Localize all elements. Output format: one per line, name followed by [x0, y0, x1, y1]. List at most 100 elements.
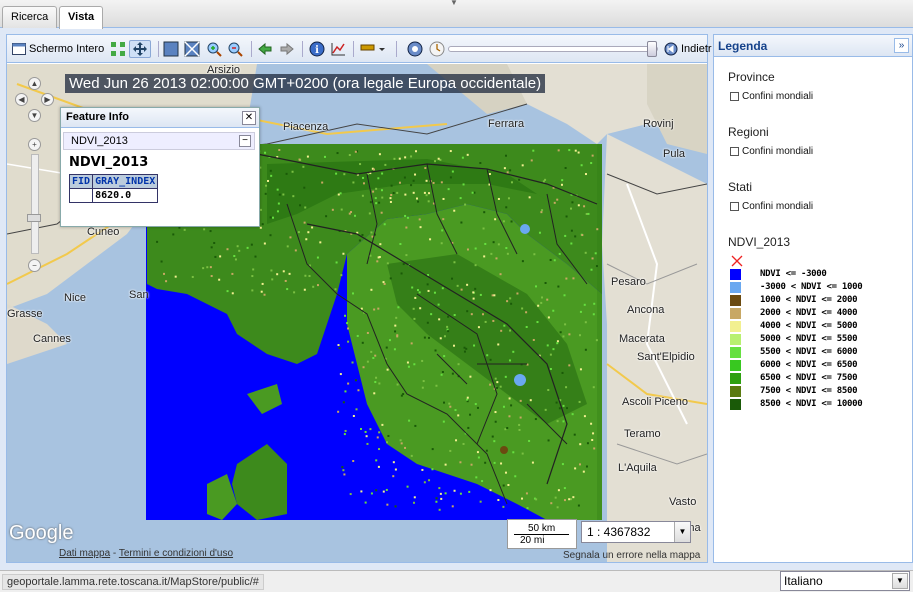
ndvi-pixel	[390, 184, 393, 187]
ndvi-color-swatch	[730, 398, 741, 410]
zoom-max-extent-button[interactable]	[110, 40, 126, 58]
ndvi-pixel	[553, 259, 556, 262]
time-slider-track[interactable]	[448, 46, 658, 52]
feature-info-table: FID GRAY_INDEX 8620.0	[68, 174, 159, 203]
ndvi-pixel	[348, 154, 351, 157]
zoom-box-out-button[interactable]	[184, 40, 200, 58]
ndvi-pixel	[471, 191, 474, 194]
checkbox[interactable]	[730, 202, 739, 211]
ndvi-pixel	[529, 399, 532, 402]
zoom-plus-button[interactable]: +	[28, 138, 41, 151]
ndvi-pixel	[380, 211, 383, 214]
zoom-in-button[interactable]	[206, 40, 222, 58]
tab-ricerca[interactable]: Ricerca	[2, 6, 58, 28]
language-select[interactable]: Italiano ▼	[780, 571, 910, 591]
ndvi-pixel	[506, 252, 509, 255]
ndvi-pixel	[282, 270, 285, 273]
ndvi-pixel	[496, 381, 499, 384]
pan-button[interactable]	[129, 40, 151, 58]
ndvi-pixel	[547, 316, 550, 319]
ndvi-pixel	[373, 308, 376, 311]
ndvi-pixel	[461, 156, 464, 159]
checkbox[interactable]	[730, 92, 739, 101]
ndvi-pixel	[433, 291, 436, 294]
ndvi-pixel	[378, 201, 381, 204]
legend-group-ndvi: NDVI_2013	[728, 235, 791, 249]
ndvi-legend-row: 5500 < NDVI <= 6000	[730, 346, 858, 358]
ndvi-pixel	[404, 446, 407, 449]
legend-item-stati[interactable]: Confini mondiali	[730, 201, 813, 212]
legend-item-regioni[interactable]: Confini mondiali	[730, 146, 813, 157]
ndvi-pixel	[233, 255, 236, 258]
ndvi-pixel	[509, 297, 512, 300]
feature-info-layer-panel[interactable]: NDVI_2013 −	[63, 132, 255, 150]
ndvi-pixel	[590, 268, 593, 271]
collapse-right-icon[interactable]: »	[894, 38, 909, 53]
collapse-header-arrow-icon[interactable]: ▼	[450, 0, 458, 7]
zoom-out-button[interactable]	[227, 40, 243, 58]
terms-link[interactable]: Termini e condizioni d'uso	[119, 548, 233, 559]
zoom-slider-rail[interactable]	[31, 154, 39, 254]
ndvi-pixel	[414, 296, 417, 299]
ndvi-pixel	[584, 321, 587, 324]
ndvi-pixel	[387, 434, 390, 437]
ndvi-pixel	[578, 334, 581, 337]
ndvi-legend-label: 4000 < NDVI <= 5000	[760, 321, 858, 331]
time-settings-button[interactable]	[407, 40, 423, 58]
legend-panel: Legenda » Province Confini mondiali Regi…	[713, 34, 913, 563]
ndvi-pixel	[427, 289, 430, 292]
ndvi-pixel	[298, 158, 301, 161]
query-chart-button[interactable]	[330, 40, 346, 58]
step-back-button[interactable]: Indietr	[664, 40, 712, 58]
ndvi-pixel	[464, 203, 467, 206]
ndvi-pixel	[414, 424, 417, 427]
report-error-link[interactable]: Segnala un errore nella mappa	[563, 550, 700, 561]
ndvi-pixel	[312, 285, 315, 288]
ndvi-pixel	[562, 404, 565, 407]
collapse-icon[interactable]: −	[239, 135, 251, 147]
zoom-minus-button[interactable]: −	[28, 259, 41, 272]
ndvi-pixel	[362, 176, 365, 179]
zoom-slider-knob[interactable]	[27, 214, 41, 222]
history-back-button[interactable]	[257, 40, 273, 58]
pan-left-button[interactable]: ◀	[15, 93, 28, 106]
ndvi-pixel	[425, 194, 428, 197]
zoom-box-out-icon	[184, 41, 200, 57]
pan-right-button[interactable]: ▶	[41, 93, 54, 106]
ndvi-pixel	[202, 267, 205, 270]
legend-item-province[interactable]: Confini mondiali	[730, 91, 813, 102]
history-forward-button[interactable]	[279, 40, 295, 58]
ndvi-pixel	[462, 442, 465, 445]
ndvi-pixel	[267, 179, 270, 182]
close-icon[interactable]: ✕	[242, 111, 256, 125]
ndvi-pixel	[440, 497, 443, 500]
measure-menu-button[interactable]	[360, 40, 386, 58]
ndvi-pixel	[533, 253, 536, 256]
ndvi-pixel	[493, 440, 496, 443]
ndvi-pixel	[269, 169, 272, 172]
tab-vista[interactable]: Vista	[59, 6, 104, 29]
ndvi-pixel	[344, 429, 347, 432]
ndvi-legend-label: 7500 < NDVI <= 8500	[760, 386, 858, 396]
fullscreen-button[interactable]: Schermo Intero	[12, 40, 104, 58]
ndvi-pixel	[563, 294, 566, 297]
ndvi-pixel	[375, 459, 378, 462]
time-slider-thumb[interactable]	[647, 41, 657, 57]
ndvi-pixel	[351, 292, 354, 295]
pan-down-button[interactable]: ▼	[28, 109, 41, 122]
ndvi-legend-row: 8500 < NDVI <= 10000	[730, 398, 863, 410]
ndvi-pixel	[251, 289, 254, 292]
ndvi-pixel	[499, 273, 502, 276]
map-data-link[interactable]: Dati mappa	[59, 548, 110, 559]
zoom-box-in-button[interactable]	[163, 40, 179, 58]
play-button[interactable]	[429, 40, 445, 58]
ndvi-pixel	[289, 236, 292, 239]
pan-up-button[interactable]: ▲	[28, 77, 41, 90]
checkbox[interactable]	[730, 147, 739, 156]
ndvi-pixel	[347, 340, 350, 343]
map-viewport[interactable]: Wed Jun 26 2013 02:00:00 GMT+0200 (ora l…	[7, 64, 707, 562]
ndvi-pixel	[425, 179, 428, 182]
ndvi-pixel	[378, 448, 381, 451]
scale-select[interactable]: 1 : 4367832 ▼	[581, 521, 691, 543]
feature-info-button[interactable]: i	[309, 40, 325, 58]
